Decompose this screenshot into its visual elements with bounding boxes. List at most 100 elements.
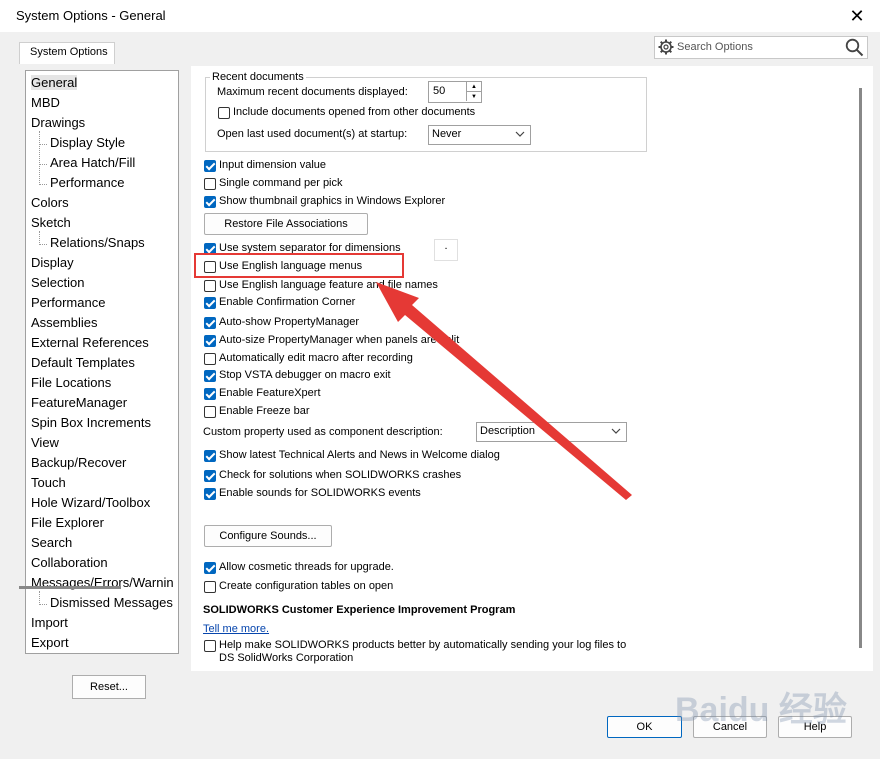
auto-edit-macro-checkbox[interactable]	[204, 353, 216, 365]
tree-item[interactable]: Sketch	[31, 215, 71, 230]
tree-item-label: Assemblies	[31, 315, 98, 330]
close-button[interactable]: ✕	[840, 2, 874, 30]
cosmetic-threads-checkbox[interactable]	[204, 562, 216, 574]
tree-item[interactable]: General	[31, 75, 78, 90]
options-tree[interactable]: General MBD Drawings Display Style Area Hatc…	[25, 70, 179, 654]
tree-connector	[39, 131, 40, 183]
autoshow-pm-label: Auto-show PropertyManager	[219, 316, 360, 328]
reset-button[interactable]: Reset...	[72, 675, 146, 699]
max-recent-value: 50	[433, 85, 446, 97]
tree-item[interactable]: File Locations	[31, 375, 111, 390]
configure-sounds-button[interactable]: Configure Sounds...	[204, 525, 332, 547]
tree-hscrollbar[interactable]	[19, 586, 121, 589]
config-tables-checkbox[interactable]	[204, 581, 216, 593]
tab-label: System Options	[30, 46, 108, 58]
tree-item[interactable]: Default Templates	[31, 355, 135, 370]
single-command-checkbox[interactable]	[204, 178, 216, 190]
tree-item[interactable]: Drawings	[31, 115, 85, 130]
tree-item-label: File Locations	[31, 375, 112, 390]
input-dimension-checkbox[interactable]	[204, 160, 216, 172]
chevron-down-icon	[611, 428, 621, 434]
english-feature-checkbox[interactable]	[204, 280, 216, 292]
tree-item-label: Touch	[31, 475, 66, 490]
tell-me-more-link[interactable]: Tell me more.	[203, 623, 269, 635]
tree-item-label: MBD	[31, 95, 60, 110]
tree-item[interactable]: Search	[31, 535, 72, 550]
tree-item[interactable]: Display Style	[50, 135, 125, 150]
recent-documents-legend: Recent documents	[210, 71, 306, 83]
tree-item[interactable]: Performance	[31, 295, 105, 310]
tree-item[interactable]: Hole Wizard/Toolbox	[31, 495, 150, 510]
featurexpert-checkbox[interactable]	[204, 388, 216, 400]
tree-item[interactable]: FeatureManager	[31, 395, 127, 410]
search-icon[interactable]	[845, 38, 864, 57]
title-bar: System Options - General ✕	[0, 0, 880, 32]
ok-button[interactable]: OK	[607, 716, 682, 738]
ceip-help-checkbox[interactable]	[204, 640, 216, 652]
panel-scrollbar[interactable]	[859, 88, 862, 648]
tree-item[interactable]: Dismissed Messages	[50, 595, 173, 610]
restore-file-associations-button[interactable]: Restore File Associations	[204, 213, 368, 235]
tree-item[interactable]: Export	[31, 635, 69, 650]
tree-item[interactable]: External References	[31, 335, 149, 350]
tree-item-label: Spin Box Increments	[31, 415, 151, 430]
enable-sounds-checkbox[interactable]	[204, 488, 216, 500]
tree-item[interactable]: Spin Box Increments	[31, 415, 151, 430]
show-alerts-checkbox[interactable]	[204, 450, 216, 462]
freeze-bar-checkbox[interactable]	[204, 406, 216, 418]
tab-system-options[interactable]: System Options	[19, 42, 115, 64]
check-solutions-checkbox[interactable]	[204, 470, 216, 482]
tree-item[interactable]: File Explorer	[31, 515, 104, 530]
tree-item-label: Export	[31, 635, 69, 650]
tree-item[interactable]: Area Hatch/Fill	[50, 155, 135, 170]
custom-property-dropdown[interactable]: Description	[476, 422, 627, 442]
featurexpert-label: Enable FeatureXpert	[219, 387, 321, 399]
tree-item-label: File Explorer	[31, 515, 104, 530]
freeze-bar-label: Enable Freeze bar	[219, 405, 310, 417]
autosize-pm-checkbox[interactable]	[204, 335, 216, 347]
tree-item[interactable]: Import	[31, 615, 68, 630]
ceip-help-label-line1: Help make SOLIDWORKS products better by …	[219, 639, 627, 651]
max-recent-label: Maximum recent documents displayed:	[217, 86, 408, 98]
tree-item[interactable]: Display	[31, 255, 74, 270]
tree-item-label: Selection	[31, 275, 85, 290]
tree-item[interactable]: MBD	[31, 95, 60, 110]
window-title: System Options - General	[16, 8, 166, 23]
max-recent-stepper[interactable]: 50 ▲ ▼	[428, 81, 482, 103]
english-feature-label: Use English language feature and file na…	[219, 279, 438, 291]
tree-item[interactable]: View	[31, 435, 59, 450]
auto-edit-macro-label: Automatically edit macro after recording	[219, 352, 413, 364]
show-thumbnail-checkbox[interactable]	[204, 196, 216, 208]
confirmation-corner-checkbox[interactable]	[204, 297, 216, 309]
tree-item[interactable]: Touch	[31, 475, 66, 490]
tree-item-label: FeatureManager	[31, 395, 128, 410]
tree-item[interactable]: Colors	[31, 195, 69, 210]
input-dimension-label: Input dimension value	[219, 159, 327, 171]
tree-item[interactable]: Assemblies	[31, 315, 97, 330]
tree-item-label: View	[31, 435, 59, 450]
tree-item-label: Search	[31, 535, 73, 550]
tree-connector	[39, 244, 47, 245]
open-last-value: Never	[432, 128, 462, 140]
tree-item-label: Display Style	[50, 135, 126, 150]
tree-item-label: Backup/Recover	[31, 455, 127, 470]
tree-item-label: Performance	[31, 295, 106, 310]
autoshow-pm-checkbox[interactable]	[204, 317, 216, 329]
spin-down-icon[interactable]: ▼	[466, 91, 481, 101]
open-last-dropdown[interactable]: Never	[428, 125, 531, 145]
tree-item[interactable]: Selection	[31, 275, 84, 290]
tree-item[interactable]: Performance	[50, 175, 124, 190]
tree-item[interactable]: Relations/Snaps	[50, 235, 145, 250]
separator-field[interactable]: .	[434, 239, 458, 261]
spin-up-icon[interactable]: ▲	[466, 82, 481, 91]
tree-item[interactable]: Backup/Recover	[31, 455, 126, 470]
open-last-label: Open last used document(s) at startup:	[217, 128, 408, 140]
search-input[interactable]: Search Options	[654, 36, 868, 59]
include-docs-checkbox[interactable]	[218, 107, 230, 119]
tree-item-label: External References	[31, 335, 149, 350]
stop-vsta-checkbox[interactable]	[204, 370, 216, 382]
tree-connector	[39, 164, 47, 165]
tree-item[interactable]: Collaboration	[31, 555, 108, 570]
tree-item-label: Default Templates	[31, 355, 135, 370]
tree-item-label: Drawings	[31, 115, 86, 130]
